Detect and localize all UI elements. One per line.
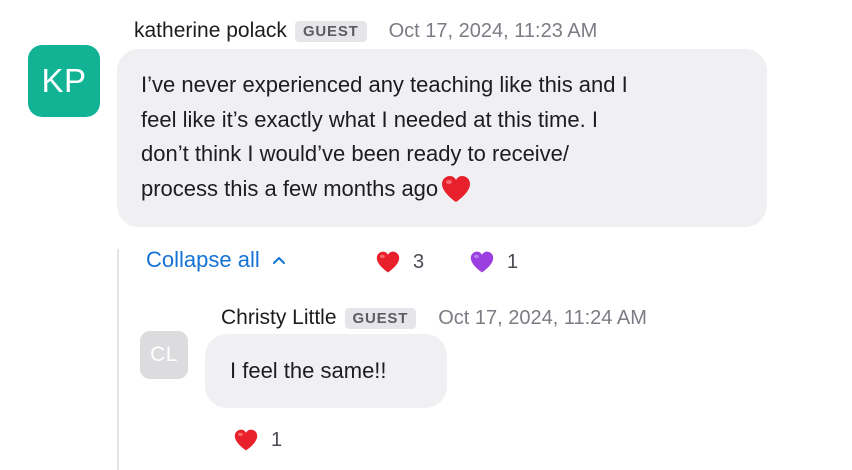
guest-badge: GUEST (344, 307, 417, 329)
purple-heart-emoji (470, 251, 494, 273)
avatar[interactable]: CL (140, 331, 188, 379)
reply-header: Christy Little GUEST Oct 17, 2024, 11:24… (221, 306, 647, 330)
message-line-last: process this a few months ago (141, 172, 743, 207)
author-name[interactable]: katherine polack (134, 19, 287, 43)
thread-divider (117, 249, 119, 470)
message-bubble[interactable]: I’ve never experienced any teaching like… (117, 49, 767, 227)
collapse-all-button[interactable]: Collapse all (146, 247, 286, 273)
reply-timestamp: Oct 17, 2024, 11:24 AM (438, 306, 647, 329)
message-line: feel like it’s exactly what I needed at … (141, 106, 598, 132)
red-heart-emoji (376, 251, 400, 273)
message-text: I’ve never experienced any teaching like… (141, 68, 743, 206)
reaction-count: 1 (507, 250, 519, 273)
reply-bubble[interactable]: I feel the same!! (205, 334, 447, 408)
author-name[interactable]: Christy Little (221, 306, 337, 330)
red-heart-emoji (234, 429, 258, 451)
reaction-purple-heart[interactable]: 1 (469, 250, 518, 274)
collapse-all-label: Collapse all (146, 247, 260, 272)
red-heart-emoji (442, 175, 471, 202)
chevron-up-icon (272, 257, 285, 264)
reaction-red-heart[interactable]: 1 (233, 428, 282, 452)
message-line: I’ve never experienced any teaching like… (141, 72, 628, 97)
message-line: process this a few months ago (141, 175, 439, 201)
reaction-count: 1 (271, 428, 283, 451)
message-timestamp: Oct 17, 2024, 11:23 AM (388, 19, 598, 42)
reaction-count: 3 (413, 250, 425, 273)
reaction-red-heart[interactable]: 3 (375, 250, 424, 274)
guest-badge: GUEST (294, 20, 367, 42)
message-line: don’t think I would’ve been ready to rec… (141, 141, 570, 166)
reply-text: I feel the same!! (230, 357, 387, 383)
avatar[interactable]: KP (28, 45, 100, 117)
message-header: katherine polack GUEST Oct 17, 2024, 11:… (134, 19, 597, 43)
